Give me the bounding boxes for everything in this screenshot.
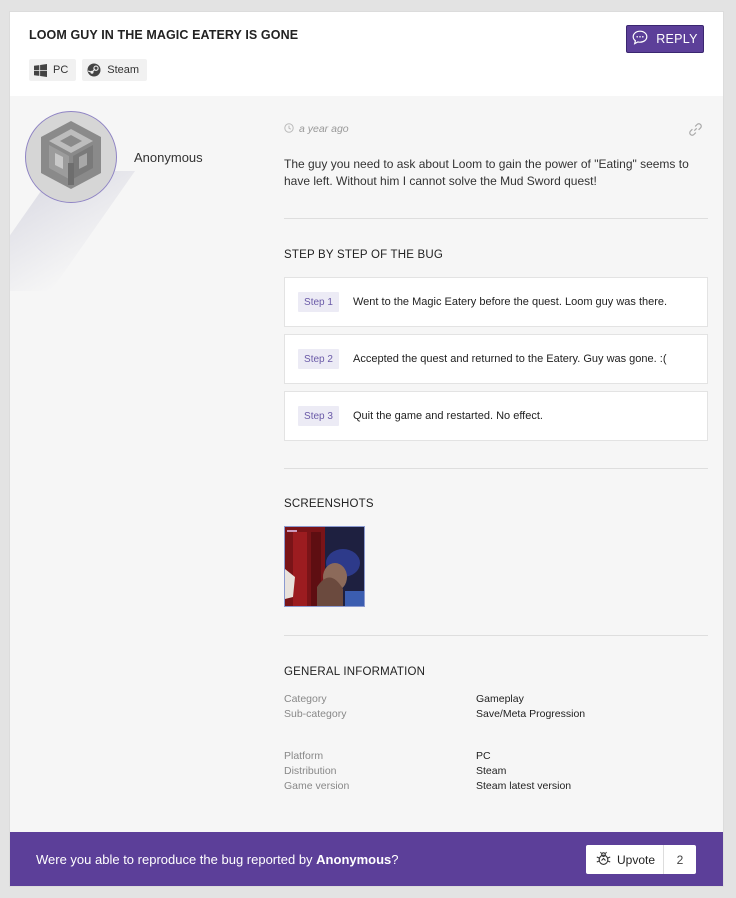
step-text: Went to the Magic Eatery before the ques… — [353, 296, 668, 308]
divider — [284, 218, 708, 219]
info-value: PC — [476, 750, 491, 762]
post-time-row: a year ago — [284, 122, 708, 136]
tag-steam: Steam — [82, 59, 148, 81]
general-info-title: GENERAL INFORMATION — [284, 666, 426, 678]
info-key: Distribution — [284, 765, 337, 777]
step-item: Step 1 Went to the Magic Eatery before t… — [284, 277, 708, 327]
reproduce-prompt-author: Anonymous — [316, 852, 392, 867]
chat-bubble-icon — [632, 30, 648, 48]
step-item: Step 3 Quit the game and restarted. No e… — [284, 391, 708, 441]
platform-tags: PC Steam — [29, 59, 148, 81]
upvote-count: 2 — [676, 852, 684, 867]
steps-list: Step 1 Went to the Magic Eatery before t… — [284, 277, 708, 441]
permalink-icon[interactable] — [688, 122, 703, 142]
info-row: Category Gameplay — [284, 692, 708, 707]
reply-button[interactable]: REPLY — [626, 25, 704, 53]
reply-button-label: REPLY — [656, 32, 698, 46]
bug-upvote-icon — [596, 851, 611, 869]
step-item: Step 2 Accepted the quest and returned t… — [284, 334, 708, 384]
author-avatar-area — [10, 111, 195, 291]
step-badge: Step 3 — [298, 406, 339, 426]
step-badge: Step 1 — [298, 292, 339, 312]
info-value: Steam latest version — [476, 780, 572, 792]
reproduce-prompt-prefix: Were you able to reproduce the bug repor… — [36, 852, 317, 867]
upvote-label: Upvote — [617, 852, 656, 867]
info-group-platform: Platform PC Distribution Steam Game vers… — [284, 749, 708, 794]
post-time: a year ago — [299, 123, 349, 135]
reproduce-footer: Were you able to reproduce the bug repor… — [10, 832, 723, 886]
step-badge: Step 2 — [298, 349, 339, 369]
screenshot-thumbnail[interactable] — [284, 526, 365, 607]
info-value: Save/Meta Progression — [476, 708, 586, 720]
info-value: Steam — [476, 765, 507, 777]
divider — [284, 635, 708, 636]
bug-report-card: LOOM GUY IN THE MAGIC EATERY IS GONE PC — [9, 11, 724, 887]
info-row: Platform PC — [284, 749, 708, 764]
info-row: Sub-category Save/Meta Progression — [284, 707, 708, 722]
divider — [284, 468, 708, 469]
info-key: Sub-category — [284, 708, 347, 720]
upvote-main[interactable]: Upvote — [586, 845, 665, 874]
step-text: Quit the game and restarted. No effect. — [353, 410, 543, 422]
report-body: a year ago The guy you need to ask about… — [284, 122, 708, 794]
step-text: Accepted the quest and returned to the E… — [353, 353, 667, 365]
screenshot-image — [285, 527, 364, 606]
info-row: Distribution Steam — [284, 764, 708, 779]
reproduce-prompt: Were you able to reproduce the bug repor… — [36, 852, 399, 867]
info-key: Platform — [284, 750, 324, 762]
steps-section-title: STEP BY STEP OF THE BUG — [284, 249, 444, 261]
default-avatar-cube-icon — [38, 119, 104, 196]
steam-icon — [87, 63, 101, 77]
info-key: Category — [284, 693, 327, 705]
reproduce-prompt-suffix: ? — [391, 852, 399, 867]
post-description: The guy you need to ask about Loom to ga… — [284, 157, 689, 188]
author-name[interactable]: Anonymous — [134, 150, 203, 165]
tag-steam-label: Steam — [107, 64, 140, 76]
avatar — [25, 111, 117, 203]
screenshots-section-title: SCREENSHOTS — [284, 498, 374, 510]
info-value: Gameplay — [476, 693, 524, 705]
upvote-button[interactable]: Upvote 2 — [586, 845, 696, 874]
tag-pc-label: PC — [53, 64, 69, 76]
info-group-category: Category Gameplay Sub-category Save/Meta… — [284, 692, 708, 722]
report-title: LOOM GUY IN THE MAGIC EATERY IS GONE — [29, 28, 299, 42]
clock-icon — [284, 120, 294, 138]
tag-pc: PC — [29, 59, 77, 81]
report-header: LOOM GUY IN THE MAGIC EATERY IS GONE PC — [10, 12, 723, 96]
windows-icon — [34, 63, 47, 77]
info-key: Game version — [284, 780, 350, 792]
info-row: Game version Steam latest version — [284, 779, 708, 794]
